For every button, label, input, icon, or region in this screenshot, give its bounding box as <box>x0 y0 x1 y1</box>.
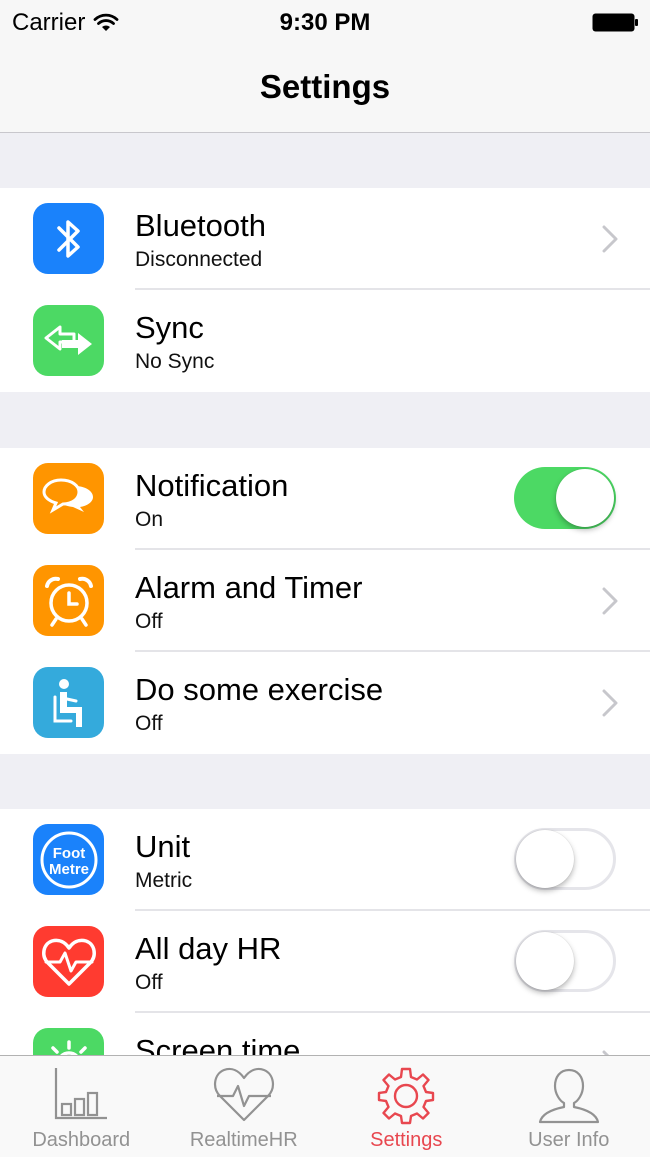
chat-bubbles-icon <box>33 463 104 534</box>
alarm-clock-icon <box>33 565 104 636</box>
settings-screen: Carrier 9:30 PM Settings Bluetooth Disco… <box>0 0 650 1157</box>
row-title: Alarm and Timer <box>135 570 363 605</box>
foot-metre-icon: Foot Metre <box>33 824 104 895</box>
row-subtitle: Metric <box>135 869 193 892</box>
sitting-person-icon <box>33 667 104 738</box>
tab-label: Settings <box>370 1129 443 1151</box>
row-subtitle: On <box>135 508 164 531</box>
page-title: Settings <box>259 68 391 105</box>
gear-icon <box>378 1067 435 1125</box>
toggle-knob <box>556 469 614 527</box>
all-day-hr-toggle[interactable] <box>514 930 616 992</box>
row-title: Bluetooth <box>135 208 266 243</box>
user-icon <box>538 1068 599 1124</box>
row-subtitle: Off <box>135 712 163 735</box>
row-subtitle: Disconnected <box>135 248 263 271</box>
tab-realtimehr[interactable]: RealtimeHR <box>163 1056 326 1157</box>
heart-rate-icon <box>33 926 104 997</box>
tab-dashboard[interactable]: Dashboard <box>0 1056 163 1157</box>
chevron-right-icon <box>602 689 618 717</box>
tab-label: Dashboard <box>32 1129 131 1151</box>
tab-settings[interactable]: Settings <box>325 1056 488 1157</box>
reminders-section: Notification On Alarm and Timer Off Do s… <box>0 448 650 754</box>
connection-section: Bluetooth Disconnected Sync No Sync <box>0 188 650 392</box>
foot-label: Foot <box>52 845 84 862</box>
preferences-section: Foot Metre Unit Metric All day HR Off Sc… <box>0 809 650 1069</box>
sync-arrows-icon <box>33 305 104 376</box>
settings-row-alarm[interactable]: Alarm and Timer Off <box>0 550 650 652</box>
heart-pulse-icon <box>213 1067 274 1122</box>
status-bar: Carrier 9:30 PM <box>0 0 650 44</box>
row-title: Unit <box>135 829 191 864</box>
settings-row-notification[interactable]: Notification On <box>0 448 650 550</box>
toggle-knob <box>516 932 574 990</box>
settings-row-all-day-hr[interactable]: All day HR Off <box>0 911 650 1013</box>
settings-row-bluetooth[interactable]: Bluetooth Disconnected <box>0 188 650 290</box>
tab-label: User Info <box>528 1129 610 1151</box>
row-subtitle: Off <box>135 610 163 633</box>
row-title: All day HR <box>135 931 282 966</box>
toggle-knob <box>516 830 574 888</box>
row-title: Do some exercise <box>135 672 384 707</box>
settings-row-sync[interactable]: Sync No Sync <box>0 290 650 392</box>
tab-label: RealtimeHR <box>189 1129 298 1151</box>
bar-chart-icon <box>55 1068 108 1120</box>
battery-icon <box>592 13 638 32</box>
status-time: 9:30 PM <box>279 9 371 36</box>
tab-bar: Dashboard RealtimeHR Settings User Info <box>0 1055 650 1157</box>
settings-row-unit[interactable]: Foot Metre Unit Metric <box>0 809 650 911</box>
metre-label: Metre <box>48 861 88 878</box>
tab-user-info[interactable]: User Info <box>488 1056 650 1157</box>
notification-toggle[interactable] <box>514 467 616 529</box>
unit-toggle[interactable] <box>514 828 616 890</box>
bluetooth-icon <box>33 203 104 274</box>
row-title: Notification <box>135 468 289 503</box>
row-subtitle: No Sync <box>135 350 215 373</box>
navigation-bar: Carrier 9:30 PM Settings <box>0 0 650 133</box>
chevron-right-icon <box>602 587 618 615</box>
chevron-right-icon <box>602 225 618 253</box>
row-subtitle: Off <box>135 971 163 994</box>
row-title: Sync <box>135 310 204 345</box>
settings-row-exercise[interactable]: Do some exercise Off <box>0 652 650 754</box>
